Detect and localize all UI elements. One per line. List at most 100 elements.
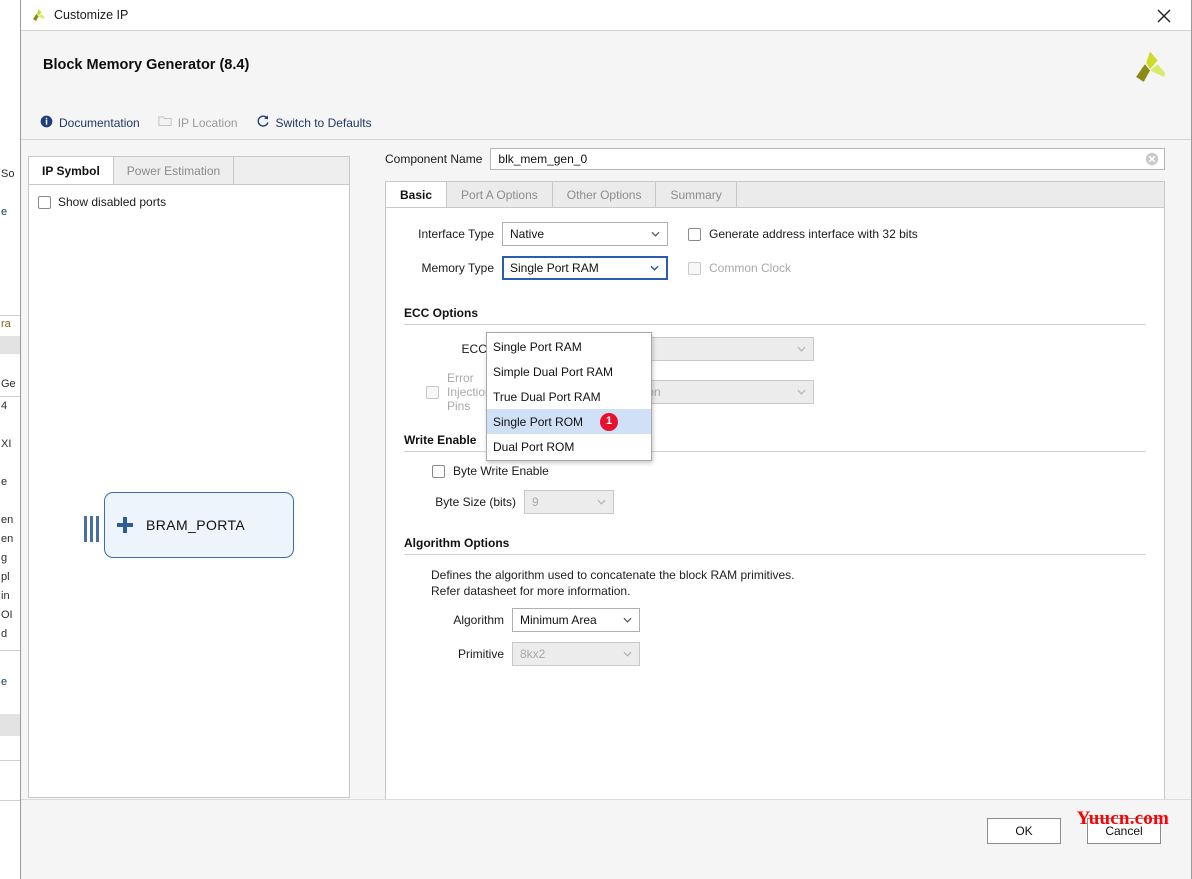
dialog-footer: OK Cancel Yuucn.com (21, 799, 1191, 879)
primitive-row: Primitive 8kx2 (404, 642, 1146, 666)
dropdown-option-label: Single Port RAM (493, 340, 582, 354)
byte-write-enable-label: Byte Write Enable (453, 464, 549, 478)
tab-summary-label: Summary (670, 188, 721, 202)
tab-basic[interactable]: Basic (386, 182, 447, 207)
component-name-input[interactable] (496, 151, 1140, 167)
primitive-combo: 8kx2 (512, 642, 640, 666)
configuration-panel: Component Name Basic (385, 148, 1165, 798)
switch-to-defaults-label: Switch to Defaults (276, 116, 372, 130)
dropdown-option-label: Dual Port ROM (493, 440, 574, 454)
algorithm-label: Algorithm (404, 613, 512, 627)
cancel-button[interactable]: Cancel (1087, 818, 1161, 844)
bram-porta-block[interactable]: BRAM_PORTA (104, 492, 294, 558)
config-tab-filler (737, 182, 1164, 207)
memory-type-value: Single Port RAM (510, 261, 599, 275)
interface-type-combo[interactable]: Native (502, 222, 668, 246)
clear-circle-icon[interactable] (1145, 152, 1159, 169)
background-left-strip: So e ra Ge 4 XI e en en g pl in OI d e (0, 0, 22, 879)
show-disabled-ports-checkbox[interactable]: Show disabled ports (38, 195, 166, 209)
bram-porta-label: BRAM_PORTA (146, 517, 245, 533)
byte-size-value: 9 (532, 495, 539, 509)
refresh-icon (256, 114, 270, 131)
common-clock-label: Common Clock (709, 261, 791, 275)
tab-power-estimation[interactable]: Power Estimation (114, 157, 234, 184)
left-tab-filler (234, 157, 349, 184)
algorithm-description-line1: Defines the algorithm used to concatenat… (431, 567, 1146, 583)
chevron-down-icon (650, 265, 659, 271)
checkbox-box (432, 465, 445, 478)
algorithm-combo[interactable]: Minimum Area (512, 608, 640, 632)
dropdown-option-single-port-rom[interactable]: Single Port ROM 1 (487, 409, 651, 434)
tab-ip-symbol[interactable]: IP Symbol (29, 157, 114, 184)
dropdown-option-single-port-ram[interactable]: Single Port RAM (487, 334, 651, 359)
info-icon (40, 115, 53, 131)
algorithm-options-title: Algorithm Options (404, 536, 1146, 550)
tab-summary[interactable]: Summary (656, 182, 736, 207)
interface-type-row: Interface Type Native Generate address i… (404, 222, 1146, 246)
ip-symbol-canvas: Show disabled ports BRAM_PORTA (28, 184, 350, 798)
switch-to-defaults-button[interactable]: Switch to Defaults (256, 114, 372, 131)
generate-address-interface-checkbox[interactable]: Generate address interface with 32 bits (688, 227, 918, 241)
bg-fragment: en (1, 533, 13, 545)
ip-location-label: IP Location (178, 116, 238, 130)
bg-fragment: d (1, 628, 7, 640)
tab-other-options[interactable]: Other Options (553, 182, 657, 207)
dialog-titlebar: Customize IP (21, 0, 1191, 31)
page-title: Block Memory Generator (8.4) (43, 57, 249, 73)
memory-type-dropdown-list[interactable]: Single Port RAM Simple Dual Port RAM Tru… (486, 332, 652, 461)
dropdown-option-true-dual-port-ram[interactable]: True Dual Port RAM (487, 384, 651, 409)
dropdown-option-dual-port-rom[interactable]: Dual Port ROM (487, 434, 651, 459)
tab-other-options-label: Other Options (567, 188, 642, 202)
algorithm-description: Defines the algorithm used to concatenat… (431, 567, 1146, 599)
xilinx-logo-icon (31, 8, 46, 23)
basic-tab-pane: Interface Type Native Generate address i… (385, 207, 1165, 802)
bg-fragment: ra (1, 318, 11, 330)
checkbox-box (688, 262, 701, 275)
bg-fragment: pl (1, 571, 10, 583)
tab-port-a-options[interactable]: Port A Options (447, 182, 553, 207)
plus-icon[interactable] (117, 517, 133, 533)
chevron-down-icon (597, 499, 606, 505)
close-icon[interactable] (1145, 0, 1183, 31)
tab-basic-label: Basic (400, 188, 432, 202)
tab-power-estimation-label: Power Estimation (127, 164, 220, 178)
chevron-down-icon (623, 651, 632, 657)
bg-fragment: e (1, 676, 7, 688)
ip-location-button[interactable]: IP Location (158, 115, 238, 130)
primitive-value: 8kx2 (520, 647, 545, 661)
ip-symbol-panel: IP Symbol Power Estimation Show disabled… (28, 156, 350, 798)
ok-button[interactable]: OK (987, 818, 1061, 844)
bg-fragment: XI (1, 438, 11, 450)
memory-type-label: Memory Type (404, 261, 502, 275)
checkbox-box (688, 228, 701, 241)
step-badge: 1 (600, 413, 618, 431)
xilinx-brand-logo-icon (1131, 49, 1169, 90)
memory-type-combo[interactable]: Single Port RAM (502, 256, 668, 280)
memory-type-row: Memory Type Single Port RAM Common Clock (404, 256, 1146, 280)
chevron-down-icon (797, 389, 806, 395)
algorithm-description-line2: Refer datasheet for more information. (431, 583, 1146, 599)
byte-size-combo: 9 (524, 490, 614, 514)
chevron-down-icon (623, 617, 632, 623)
bg-fragment: in (1, 590, 10, 602)
chevron-down-icon (797, 346, 806, 352)
bg-fragment: e (1, 476, 7, 488)
dropdown-option-label: Simple Dual Port RAM (493, 365, 613, 379)
dropdown-option-simple-dual-port-ram[interactable]: Simple Dual Port RAM (487, 359, 651, 384)
port-bars-icon (84, 516, 99, 542)
interface-type-label: Interface Type (404, 227, 502, 241)
section-divider (404, 554, 1146, 555)
documentation-button[interactable]: Documentation (40, 115, 140, 131)
checkbox-box (426, 386, 439, 399)
component-name-field[interactable] (490, 148, 1165, 170)
left-tab-strip: IP Symbol Power Estimation (28, 156, 350, 184)
primitive-label: Primitive (404, 647, 512, 661)
byte-write-enable-checkbox[interactable]: Byte Write Enable (432, 464, 1146, 478)
bg-fragment: 4 (1, 400, 7, 412)
dialog-toolbar: Documentation IP Location Switch to Defa… (21, 106, 1191, 140)
bg-fragment: en (1, 514, 13, 526)
bg-fragment: So (1, 168, 14, 180)
byte-size-row: Byte Size (bits) 9 (404, 490, 1146, 514)
tab-ip-symbol-label: IP Symbol (42, 164, 100, 178)
algorithm-options-section: Algorithm Options Defines the algorithm … (404, 536, 1146, 666)
